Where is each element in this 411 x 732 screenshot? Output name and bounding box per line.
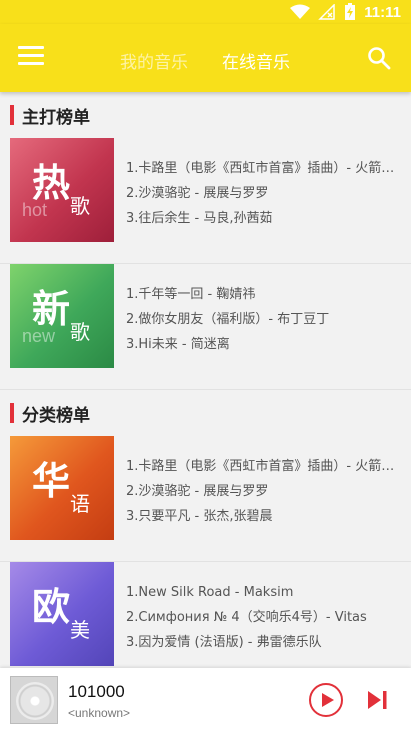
cover-en-text: new (22, 326, 56, 346)
cover-sub-text: 歌 (70, 320, 90, 344)
track-line: 1.New Silk Road - Maksim (126, 585, 294, 600)
player-song-title: 101000 (68, 682, 125, 701)
section-accent-bar (10, 105, 14, 125)
track-list: 1.千年等一回 - 鞠婧祎 2.做你女朋友（福利版）- 布丁豆丁 3.Hi未来 … (126, 282, 396, 357)
section-header-main: 主打榜单 (0, 92, 411, 138)
track-line: 3.只要平凡 - 张杰,张碧晨 (126, 509, 273, 524)
track-line: 2.沙漠骆驼 - 展展与罗罗 (126, 186, 269, 201)
track-line: 2.做你女朋友（福利版）- 布丁豆丁 (126, 312, 330, 327)
cover-sub-text: 歌 (70, 194, 90, 218)
chart-item-new[interactable]: 新 new 歌 1.千年等一回 - 鞠婧祎 2.做你女朋友（福利版）- 布丁豆丁… (0, 264, 411, 390)
section-header-category: 分类榜单 (0, 390, 411, 436)
next-track-icon[interactable] (365, 688, 389, 712)
battery-charging-icon (345, 3, 356, 20)
play-icon (322, 693, 334, 707)
track-list: 1.卡路里（电影《西虹市首富》插曲）- 火箭少女101 2.沙漠骆驼 - 展展与… (126, 156, 396, 231)
cover-main-text: 欧 (32, 585, 71, 629)
chart-item-western[interactable]: 欧 美 1.New Silk Road - Maksim 2.Симфония … (0, 562, 411, 668)
search-icon[interactable] (367, 46, 391, 70)
track-list: 1.New Silk Road - Maksim 2.Симфония № 4（… (126, 580, 396, 655)
chart-list[interactable]: 主打榜单 热 hot 歌 1.卡路里（电影《西虹市首富》插曲）- 火箭少女101… (0, 92, 411, 668)
disc-icon (16, 682, 54, 720)
section-accent-bar (10, 403, 14, 423)
menu-icon[interactable] (18, 46, 44, 70)
chart-cover-new: 新 new 歌 (10, 264, 114, 368)
chart-cover-hot: 热 hot 歌 (10, 138, 114, 242)
player-song-artist: <unknown> (68, 706, 131, 720)
chart-item-chinese[interactable]: 华 语 1.卡路里（电影《西虹市首富》插曲）- 火箭少女101 2.沙漠骆驼 -… (0, 436, 411, 562)
mini-player[interactable]: 101000 <unknown> (0, 668, 411, 732)
track-line: 3.往后余生 - 马良,孙茜茹 (126, 211, 273, 226)
chart-item-hot[interactable]: 热 hot 歌 1.卡路里（电影《西虹市首富》插曲）- 火箭少女101 2.沙漠… (0, 138, 411, 264)
album-art[interactable] (10, 676, 58, 724)
cover-main-text: 热 (32, 161, 71, 205)
status-time: 11:11 (364, 3, 401, 21)
play-button[interactable] (309, 683, 343, 717)
app-bar: 我的音乐 在线音乐 (0, 24, 411, 92)
track-line: 3.因为爱情 (法语版) - 弗雷德乐队 (126, 635, 322, 650)
tab-online-music[interactable]: 在线音乐 (222, 48, 290, 73)
wifi-icon (290, 4, 311, 19)
track-line: 3.Hi未来 - 简迷离 (126, 337, 230, 352)
track-line: 1.卡路里（电影《西虹市首富》插曲）- 火箭少女101 (126, 161, 396, 176)
section-title: 主打榜单 (22, 107, 90, 128)
track-line: 2.沙漠骆驼 - 展展与罗罗 (126, 484, 269, 499)
track-line: 2.Симфония № 4（交响乐4号）- Vitas (126, 610, 367, 625)
status-bar: 11:11 (0, 0, 411, 24)
cover-sub-text: 语 (70, 492, 90, 516)
track-list: 1.卡路里（电影《西虹市首富》插曲）- 火箭少女101 2.沙漠骆驼 - 展展与… (126, 454, 396, 529)
chart-cover-chinese: 华 语 (10, 436, 114, 540)
cover-en-text: hot (22, 200, 48, 220)
cover-main-text: 新 (32, 287, 71, 331)
tab-my-music[interactable]: 我的音乐 (120, 48, 188, 73)
cover-sub-text: 美 (70, 618, 90, 642)
track-line: 1.卡路里（电影《西虹市首富》插曲）- 火箭少女101 (126, 459, 396, 474)
track-line: 1.千年等一回 - 鞠婧祎 (126, 287, 256, 302)
no-signal-icon (318, 4, 336, 20)
section-title: 分类榜单 (22, 405, 90, 426)
cover-main-text: 华 (32, 459, 71, 503)
chart-cover-western: 欧 美 (10, 562, 114, 666)
